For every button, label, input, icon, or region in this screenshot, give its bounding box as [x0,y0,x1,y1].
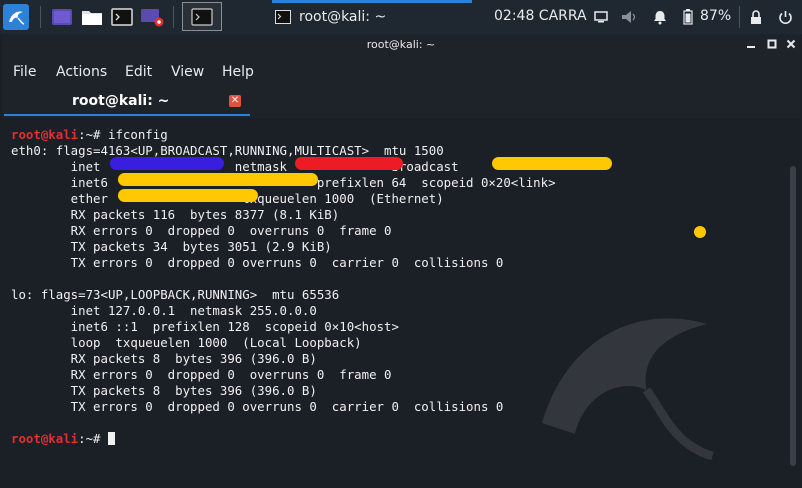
file-manager-button[interactable] [80,4,104,30]
notifications-button[interactable] [651,4,669,30]
menu-help[interactable]: Help [222,64,254,80]
terminal-output-area[interactable]: root@kali:~# ifconfig eth0: flags=4163<U… [2,118,800,488]
terminal-icon [111,8,133,26]
tab-bar: root@kali: ~ ✕ [2,88,800,116]
menu-actions[interactable]: Actions [56,64,107,80]
menu-edit-label: Edit [125,64,153,80]
panel-separator [739,6,740,28]
menu-view[interactable]: View [171,64,204,80]
tab-root-kali[interactable]: root@kali: ~ ✕ [4,88,250,116]
minimize-icon [747,46,755,48]
power-icon [778,10,792,24]
menu-actions-label: Actions [56,64,108,80]
redaction-yellow [118,173,318,186]
close-icon [786,39,796,49]
menu-view-label: View [171,64,205,80]
redaction-blue [110,157,224,170]
terminal-icon [191,7,213,26]
taskbar-window-title: root@kali: ~ [299,8,387,25]
menu-file[interactable]: File [13,64,36,80]
tab-label: root@kali: ~ [72,93,170,109]
kali-menu-button[interactable] [3,4,29,30]
lock-icon [751,9,761,24]
menu-file-label: File [13,64,37,80]
terminal-launcher-button[interactable] [110,4,134,30]
battery-button[interactable] [681,4,695,30]
clock[interactable]: 02:48 CARRA [494,8,587,24]
volume-button[interactable] [620,4,640,30]
monitor-icon [594,11,608,23]
display-button[interactable] [592,4,610,30]
workspace-1-button[interactable] [182,2,222,31]
window-title: root@kali: ~ [366,38,436,51]
bell-icon [654,10,666,24]
kali-dragon-icon [3,4,29,30]
maximize-icon [767,39,777,49]
desktop-icon [52,9,72,25]
window-titlebar[interactable]: root@kali: ~ [2,34,800,58]
battery-percent: 87% [700,8,732,24]
maximize-button[interactable] [765,38,779,52]
lock-screen-button[interactable] [747,4,765,30]
taskbar-window-button[interactable]: root@kali: ~ [272,2,472,31]
show-desktop-button[interactable] [50,4,74,30]
top-panel: root@kali: ~ 02:48 CARRA 87% [0,0,802,34]
close-button[interactable] [784,38,798,52]
screen-recorder-button[interactable] [140,4,164,30]
terminal-icon [275,9,291,24]
minimize-button[interactable] [744,38,758,52]
screen-recorder-icon [141,9,164,27]
close-icon: ✕ [230,95,240,106]
power-button[interactable] [775,4,795,30]
menu-bar: File Actions Edit View Help [2,60,800,86]
speaker-icon [622,11,636,23]
menu-edit[interactable]: Edit [125,64,152,80]
redaction-overlay [110,157,706,238]
redaction-yellow [118,189,258,202]
menu-help-label: Help [222,64,254,80]
redaction-yellow [492,157,612,170]
redaction-dot [694,226,706,238]
redaction-red [295,157,403,170]
panel-separator [40,6,41,28]
tab-close-button[interactable]: ✕ [229,95,241,107]
battery-icon [683,9,693,25]
panel-separator [173,6,174,28]
terminal-window: root@kali: ~ File Actions Edit View Help… [2,34,800,488]
folder-icon [82,11,102,25]
